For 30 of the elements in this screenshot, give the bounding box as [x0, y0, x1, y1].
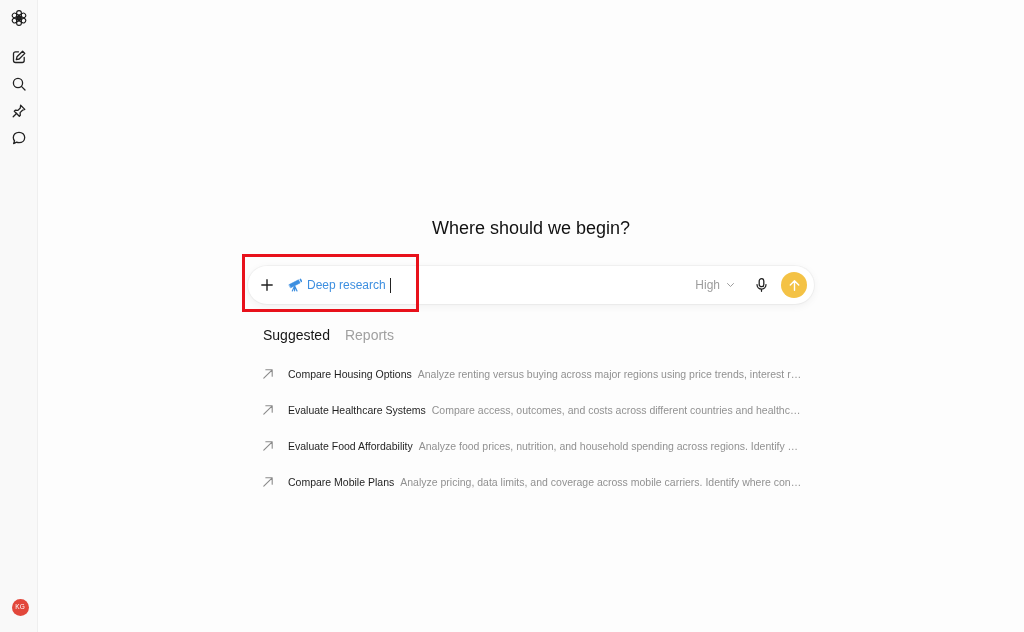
suggestion-title: Evaluate Healthcare Systems: [288, 404, 426, 416]
suggestion-item[interactable]: Compare Housing Options Analyze renting versus buying across major regions using price trends, interest r…: [248, 356, 814, 392]
suggestion-description: Analyze pricing, data limits, and coverage across mobile carriers. Identify where con…: [400, 476, 802, 488]
suggestion-item[interactable]: Evaluate Food Affordability Analyze food prices, nutrition, and household spending across regions. Identify …: [248, 428, 814, 464]
arrow-up-icon: [788, 279, 800, 291]
text-cursor: [389, 277, 391, 293]
page-heading: Where should we begin?: [431, 217, 631, 240]
chevron-down-icon: [727, 283, 734, 287]
speech-bubble-icon[interactable]: [11, 131, 26, 145]
suggestion-description: Compare access, outcomes, and costs across different countries and healthc…: [431, 404, 801, 416]
microphone-icon[interactable]: [756, 278, 767, 292]
tab[interactable]: Suggested: [263, 326, 330, 344]
plus-icon[interactable]: [261, 279, 273, 291]
arrow-up-right-icon: [263, 369, 273, 379]
pin-icon[interactable]: [11, 104, 26, 118]
suggestion-item[interactable]: Compare Mobile Plans Analyze pricing, data limits, and coverage across mobile carriers. Identify where con…: [248, 464, 814, 500]
suggestion-title: Compare Mobile Plans: [288, 476, 395, 488]
logo-icon[interactable]: [10, 10, 27, 26]
suggestion-title: Compare Housing Options: [288, 368, 412, 380]
deep-research-chip[interactable]: Deep research: [288, 278, 386, 292]
search-icon[interactable]: [11, 77, 26, 91]
telescope-icon: [288, 278, 302, 292]
suggestion-title: Evaluate Food Affordability: [288, 440, 413, 452]
suggestion-item[interactable]: Evaluate Healthcare Systems Compare access, outcomes, and costs across different countries and healthc…: [248, 392, 814, 428]
arrow-up-right-icon: [263, 405, 273, 415]
suggestion-description: Analyze food prices, nutrition, and household spending across regions. Identify …: [418, 440, 799, 452]
arrow-up-right-icon: [263, 441, 273, 451]
suggestion-description: Analyze renting versus buying across major regions using price trends, interest r…: [417, 368, 802, 380]
arrow-up-right-icon: [263, 477, 273, 487]
pencil-square-icon[interactable]: [11, 50, 26, 64]
